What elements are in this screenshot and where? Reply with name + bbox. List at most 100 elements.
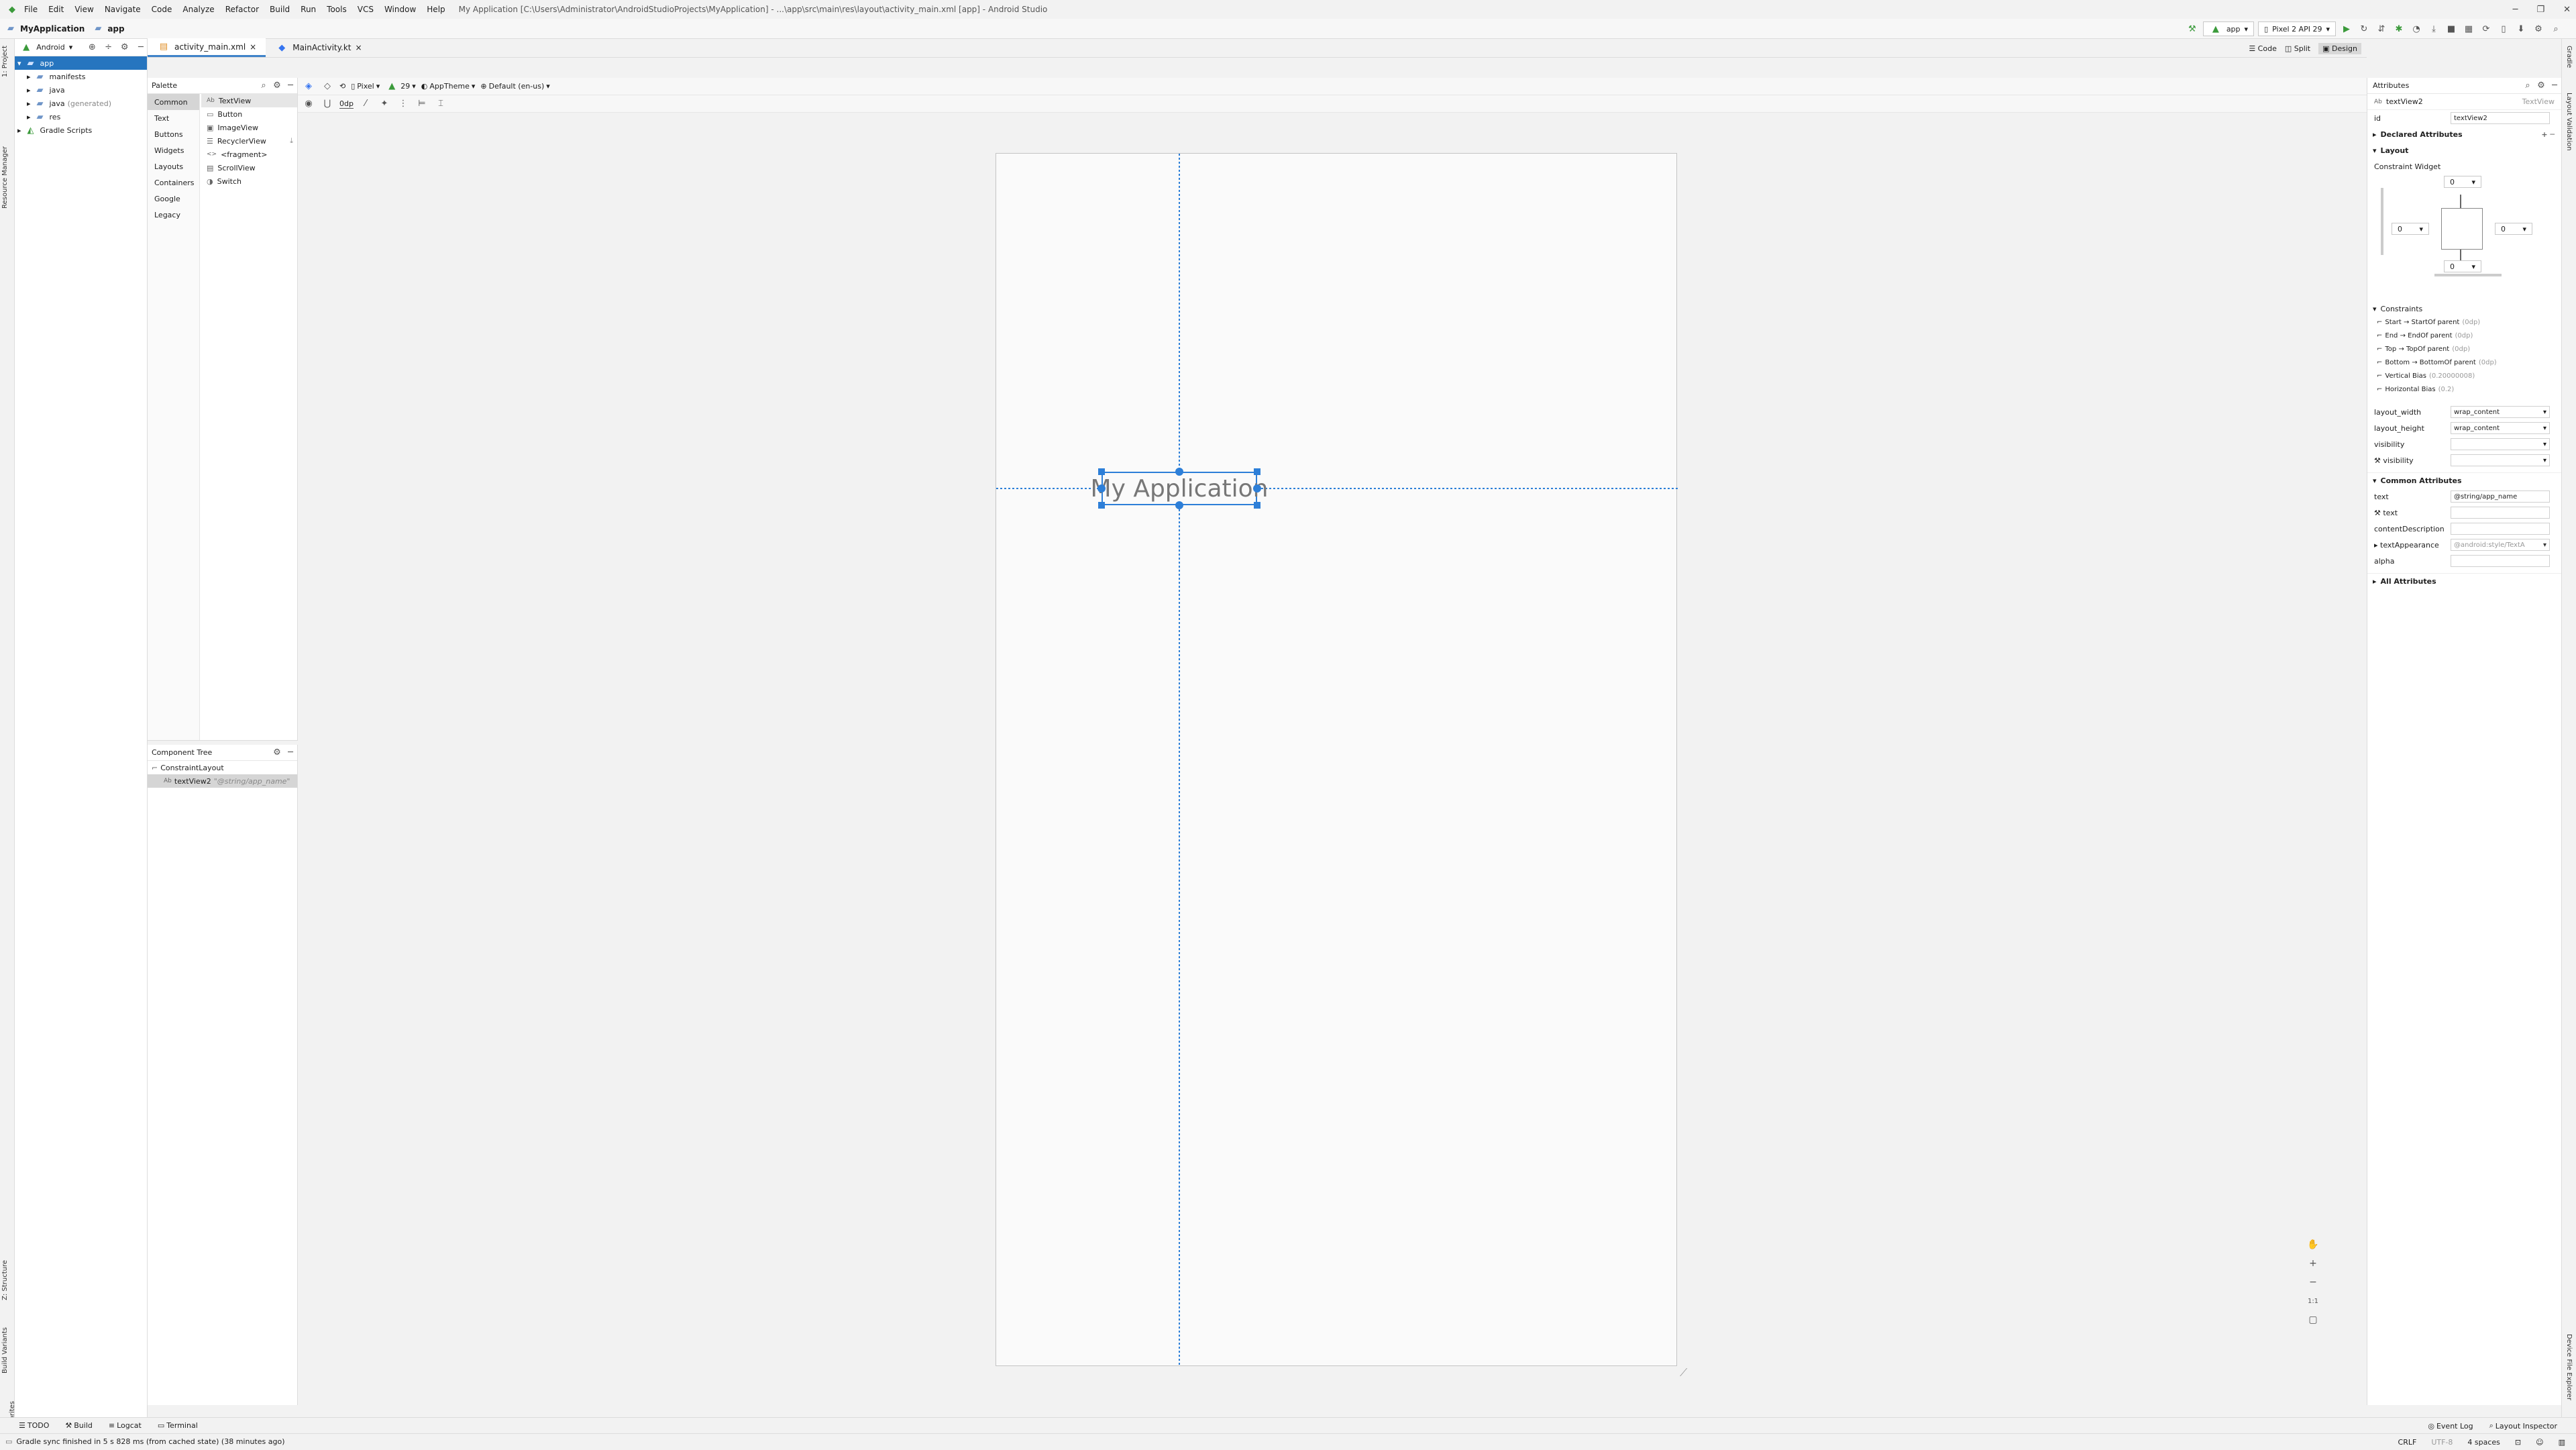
zoom-out-icon[interactable]: −: [2305, 1275, 2321, 1290]
palette-item-textview[interactable]: Ab TextView: [201, 94, 297, 107]
palette-category-common[interactable]: Common: [148, 94, 199, 110]
constraints-group[interactable]: ▾ Constraints: [2367, 302, 2561, 315]
anchor-top[interactable]: [1175, 468, 1183, 476]
tool-tab-device-file-explorer[interactable]: Device File Explorer: [2565, 1334, 2573, 1400]
project-view-selector[interactable]: Android: [36, 43, 65, 52]
close-icon[interactable]: ×: [250, 42, 256, 52]
split-view-button[interactable]: ◫ Split: [2285, 44, 2310, 53]
zoom-actual-size-icon[interactable]: 1:1: [2305, 1294, 2321, 1308]
locate-icon[interactable]: ⊕: [86, 41, 98, 54]
palette-category-google[interactable]: Google: [148, 191, 199, 207]
hide-panel-icon[interactable]: ─: [135, 41, 147, 54]
tree-item-java-generated[interactable]: ▸ ▰ java (generated): [15, 97, 147, 110]
gear-icon[interactable]: ⚙: [270, 79, 284, 93]
tab-activity-main[interactable]: ▤ activity_main.xml ×: [148, 38, 266, 57]
device-selector-button[interactable]: ▯ Pixel ▾: [351, 82, 380, 91]
apply-code-changes-icon[interactable]: ⇵: [2375, 22, 2388, 36]
hammer-build-icon[interactable]: ⚒: [2186, 22, 2199, 36]
tool-window-event-log[interactable]: ◎ Event Log: [2428, 1422, 2473, 1431]
palette-item-recyclerview[interactable]: ☰ RecyclerView ⤓: [201, 134, 297, 148]
alpha-field[interactable]: [2451, 555, 2550, 567]
text-field[interactable]: @string/app_name: [2451, 490, 2550, 503]
margin-top-dropdown[interactable]: 0 ▾: [2444, 176, 2481, 188]
chevron-right-icon[interactable]: ▸: [2374, 541, 2380, 550]
menu-refactor[interactable]: Refactor: [220, 5, 264, 14]
constraint-item[interactable]: ⌐ Bottom → BottomOf parent (0dp): [2367, 356, 2561, 369]
menu-build[interactable]: Build: [264, 5, 295, 14]
blueprint-icon[interactable]: ◇: [321, 80, 334, 93]
resize-handle-top-left[interactable]: [1098, 468, 1105, 475]
margin-right-dropdown[interactable]: 0 ▾: [2495, 223, 2532, 235]
project-structure-icon[interactable]: ▦: [2462, 22, 2475, 36]
id-field[interactable]: textView2: [2451, 112, 2550, 124]
avd-manager-icon[interactable]: ▯: [2497, 22, 2510, 36]
pack-icon[interactable]: ⋮: [396, 97, 410, 111]
sdk-manager-icon[interactable]: ⬇: [2514, 22, 2528, 36]
tool-tab-resource-manager[interactable]: Resource Manager: [1, 146, 9, 209]
palette-category-layouts[interactable]: Layouts: [148, 158, 199, 174]
api-selector-button[interactable]: ▲ 29 ▾: [385, 80, 416, 93]
resize-handle-bottom-left[interactable]: [1098, 502, 1105, 509]
file-encoding[interactable]: UTF-8: [2431, 1438, 2453, 1447]
pan-hand-icon[interactable]: ✋: [2305, 1237, 2321, 1252]
default-margin-button[interactable]: 0dp: [339, 99, 354, 109]
palette-item-imageview[interactable]: ▣ ImageView: [201, 121, 297, 134]
run-config-selector[interactable]: ▲ app ▾: [2202, 21, 2255, 36]
sync-gradle-icon[interactable]: ⟳: [2479, 22, 2493, 36]
horizontal-bias-slider[interactable]: [2434, 274, 2502, 276]
search-icon[interactable]: ⌕: [257, 79, 270, 93]
tab-main-activity[interactable]: ◆ MainActivity.kt ×: [266, 38, 371, 57]
margin-bottom-dropdown[interactable]: 0 ▾: [2444, 260, 2481, 272]
anchor-end[interactable]: [1253, 484, 1261, 493]
section-layout[interactable]: ▾ Layout: [2367, 142, 2561, 158]
tool-window-build[interactable]: ⚒ Build: [65, 1421, 93, 1430]
constraint-item[interactable]: ⌐ Vertical Bias (0.20000008): [2367, 369, 2561, 382]
tool-window-layout-inspector[interactable]: ⌕ Layout Inspector: [2489, 1421, 2557, 1431]
menu-vcs[interactable]: VCS: [352, 5, 379, 14]
gear-icon[interactable]: ⚙: [2534, 79, 2548, 93]
constraint-item[interactable]: ⌐ Horizontal Bias (0.2): [2367, 382, 2561, 396]
menu-file[interactable]: File: [19, 5, 43, 14]
selected-textview[interactable]: My Application: [1091, 472, 1268, 505]
infer-constraints-icon[interactable]: ✦: [378, 97, 391, 111]
anchor-start[interactable]: [1097, 484, 1106, 493]
menu-tools[interactable]: Tools: [321, 5, 352, 14]
zoom-in-icon[interactable]: +: [2305, 1256, 2321, 1271]
inspector-icon[interactable]: ☺: [2536, 1438, 2543, 1447]
vertical-bias-slider[interactable]: [2381, 188, 2383, 255]
lock-icon[interactable]: ⊡: [2515, 1438, 2521, 1447]
menu-navigate[interactable]: Navigate: [99, 5, 146, 14]
tool-window-terminal[interactable]: ▭ Terminal: [158, 1421, 198, 1430]
palette-category-text[interactable]: Text: [148, 110, 199, 126]
maximize-icon[interactable]: ❐: [2536, 5, 2544, 15]
menu-analyze[interactable]: Analyze: [177, 5, 219, 14]
hide-panel-icon[interactable]: ─: [2548, 79, 2561, 93]
layout-height-dropdown[interactable]: wrap_content ▾: [2451, 422, 2550, 434]
section-common-attributes[interactable]: ▾ Common Attributes: [2367, 472, 2561, 488]
line-separator[interactable]: CRLF: [2398, 1438, 2417, 1447]
tool-window-todo[interactable]: ☰ TODO: [19, 1421, 49, 1430]
orientation-button[interactable]: ⟲: [339, 82, 345, 91]
layout-width-dropdown[interactable]: wrap_content ▾: [2451, 406, 2550, 418]
status-message[interactable]: Gradle sync finished in 5 s 828 ms (from…: [16, 1437, 284, 1446]
margin-left-dropdown[interactable]: 0 ▾: [2392, 223, 2429, 235]
theme-selector-button[interactable]: ◐ AppTheme ▾: [421, 82, 476, 91]
attach-debugger-icon[interactable]: ⤓: [2427, 22, 2440, 36]
breadcrumb-project[interactable]: ▰ MyApplication: [4, 22, 85, 36]
menu-code[interactable]: Code: [146, 5, 178, 14]
gear-icon[interactable]: ⚙: [119, 41, 131, 54]
design-view-button[interactable]: ▣ Design: [2318, 42, 2361, 54]
section-declared-attributes[interactable]: ▸ Declared Attributes + ─: [2367, 126, 2561, 142]
breadcrumb-module[interactable]: ▰ app: [91, 22, 124, 36]
indent-setting[interactable]: 4 spaces: [2467, 1438, 2500, 1447]
tree-item-app[interactable]: ▾ ▰ app: [15, 56, 147, 70]
menu-run[interactable]: Run: [295, 5, 321, 14]
section-all-attributes[interactable]: ▸ All Attributes: [2367, 573, 2561, 589]
tool-window-logcat[interactable]: ≡ Logcat: [109, 1421, 142, 1430]
clear-constraints-icon[interactable]: ⁄: [359, 97, 372, 111]
code-view-button[interactable]: ☰ Code: [2249, 44, 2277, 53]
chevron-down-icon[interactable]: ▾: [69, 43, 73, 52]
profile-icon[interactable]: ◔: [2410, 22, 2423, 36]
constraint-item[interactable]: ⌐ Start → StartOf parent (0dp): [2367, 315, 2561, 329]
tree-item-java[interactable]: ▸ ▰ java: [15, 83, 147, 97]
